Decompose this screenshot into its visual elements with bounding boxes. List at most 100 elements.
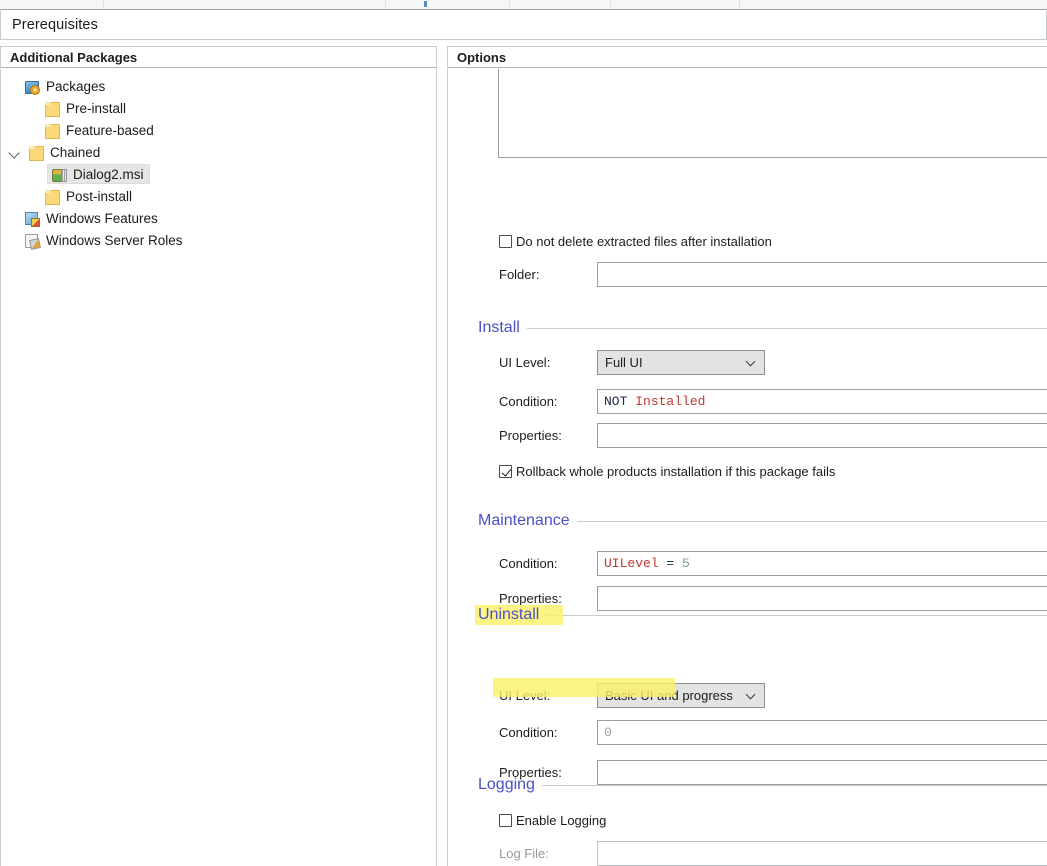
install-condition-input[interactable]: NOT Installed bbox=[597, 389, 1047, 414]
install-properties-input[interactable] bbox=[597, 423, 1047, 448]
expander-icon[interactable] bbox=[27, 122, 43, 138]
options-panel: Options Do not delete extracted files af… bbox=[447, 46, 1047, 866]
tree-item-dialog2-msi[interactable]: Dialog2.msi bbox=[1, 163, 436, 185]
token-operator: = bbox=[658, 556, 683, 571]
tree-item-packages[interactable]: Packages bbox=[1, 75, 436, 97]
prerequisites-page: Prerequisites Additional Packages Packag… bbox=[0, 0, 1047, 866]
do-not-delete-row[interactable]: Do not delete extracted files after inst… bbox=[499, 234, 772, 249]
maintenance-condition-input[interactable]: UILevel = 5 bbox=[597, 551, 1047, 576]
do-not-delete-label: Do not delete extracted files after inst… bbox=[516, 234, 772, 249]
packages-icon bbox=[23, 78, 41, 95]
folder-label: Folder: bbox=[499, 267, 540, 282]
active-tab-marker bbox=[424, 1, 427, 7]
tree-item-label: Pre-install bbox=[66, 100, 127, 116]
tree-item-windows-features[interactable]: Windows Features bbox=[1, 207, 436, 229]
additional-packages-header-label: Additional Packages bbox=[10, 49, 138, 65]
tree-item-windows-server-roles[interactable]: Windows Server Roles bbox=[1, 229, 436, 251]
expander-icon[interactable] bbox=[7, 210, 23, 226]
token-number: 0 bbox=[604, 725, 612, 740]
group-divider bbox=[546, 614, 1047, 616]
expander-icon[interactable] bbox=[27, 188, 43, 204]
maintenance-condition-label: Condition: bbox=[499, 556, 558, 571]
uninstall-group-header: Uninstall bbox=[478, 606, 1047, 624]
expander-icon[interactable] bbox=[27, 100, 43, 116]
folder-icon bbox=[43, 122, 61, 139]
rollback-row[interactable]: Rollback whole products installation if … bbox=[499, 464, 835, 479]
tree-item-label: Dialog2.msi bbox=[73, 166, 144, 182]
logging-group-header: Logging bbox=[478, 776, 1047, 794]
options-header-label: Options bbox=[457, 49, 507, 65]
group-divider bbox=[526, 327, 1047, 329]
install-condition-label: Condition: bbox=[499, 394, 558, 409]
install-ui-level-label: UI Level: bbox=[499, 355, 551, 370]
maintenance-group-header: Maintenance bbox=[478, 512, 1047, 530]
uninstall-condition-input[interactable]: 0 bbox=[597, 720, 1047, 745]
log-file-label: Log File: bbox=[499, 846, 549, 861]
token-keyword: NOT bbox=[604, 394, 628, 409]
folder-row: Folder: bbox=[499, 262, 1047, 287]
tree-item-label: Windows Features bbox=[46, 210, 158, 226]
expander-icon[interactable] bbox=[7, 78, 23, 94]
uninstall-ui-level-value: Basic UI and progress bbox=[605, 688, 733, 703]
install-ui-level-select[interactable]: Full UI bbox=[597, 350, 765, 375]
group-divider bbox=[576, 520, 1047, 522]
tree-item-pre-install[interactable]: Pre-install bbox=[1, 97, 436, 119]
tree-item-post-install[interactable]: Post-install bbox=[1, 185, 436, 207]
maintenance-properties-label: Properties: bbox=[499, 591, 562, 606]
windows-server-roles-icon bbox=[23, 232, 41, 249]
rollback-label: Rollback whole products installation if … bbox=[516, 464, 836, 479]
uninstall-group-title: Uninstall bbox=[478, 606, 540, 623]
uninstall-ui-level-label: UI Level: bbox=[499, 688, 551, 703]
install-ui-level-row: UI Level: Full UI bbox=[499, 350, 765, 375]
expander-icon[interactable] bbox=[7, 232, 23, 248]
rollback-checkbox[interactable] bbox=[499, 465, 512, 478]
chevron-down-icon[interactable] bbox=[7, 144, 23, 160]
install-properties-label: Properties: bbox=[499, 428, 562, 443]
packages-tree[interactable]: Packages Pre-install Feature-based Chain… bbox=[0, 69, 437, 866]
command-line-textarea[interactable] bbox=[498, 69, 1047, 158]
options-body: Do not delete extracted files after inst… bbox=[447, 69, 1047, 866]
logging-group-title: Logging bbox=[478, 776, 535, 793]
folder-input[interactable] bbox=[597, 262, 1047, 287]
page-title-bar: Prerequisites bbox=[0, 11, 1047, 40]
folder-icon bbox=[27, 144, 45, 161]
tree-item-label: Packages bbox=[46, 78, 106, 94]
folder-icon bbox=[43, 100, 61, 117]
install-group-title: Install bbox=[478, 319, 520, 336]
tree-item-chained[interactable]: Chained bbox=[1, 141, 436, 163]
maintenance-condition-row: Condition: UILevel = 5 bbox=[499, 551, 1047, 576]
tree-item-label: Chained bbox=[50, 144, 101, 160]
toolbar-strip bbox=[0, 0, 1047, 10]
msi-package-icon bbox=[50, 166, 68, 183]
folder-icon bbox=[43, 188, 61, 205]
do-not-delete-checkbox[interactable] bbox=[499, 235, 512, 248]
uninstall-condition-row: Condition: 0 bbox=[499, 720, 1047, 745]
install-group-header: Install bbox=[478, 319, 1047, 337]
tree-item-label: Post-install bbox=[66, 188, 133, 204]
page-title: Prerequisites bbox=[12, 17, 98, 33]
token-identifier: UILevel bbox=[604, 556, 659, 571]
enable-logging-label: Enable Logging bbox=[516, 813, 607, 828]
additional-packages-header: Additional Packages bbox=[0, 46, 437, 68]
uninstall-ui-level-row: UI Level: Basic UI and progress bbox=[499, 683, 765, 708]
enable-logging-checkbox[interactable] bbox=[499, 814, 512, 827]
enable-logging-row[interactable]: Enable Logging bbox=[499, 813, 606, 828]
additional-packages-panel: Additional Packages Packages Pre-install… bbox=[0, 46, 437, 866]
panel-splitter[interactable] bbox=[437, 46, 447, 866]
tree-item-label: Feature-based bbox=[66, 122, 154, 138]
chevron-down-icon bbox=[747, 691, 756, 700]
token-number: 5 bbox=[682, 556, 690, 571]
maintenance-group-title: Maintenance bbox=[478, 512, 570, 529]
install-ui-level-value: Full UI bbox=[605, 355, 643, 370]
install-properties-row: Properties: bbox=[499, 423, 1047, 448]
uninstall-ui-level-select[interactable]: Basic UI and progress bbox=[597, 683, 765, 708]
windows-features-icon bbox=[23, 210, 41, 227]
log-file-input[interactable] bbox=[597, 841, 1047, 866]
uninstall-condition-label: Condition: bbox=[499, 725, 558, 740]
options-header: Options bbox=[447, 46, 1047, 68]
group-divider bbox=[541, 784, 1047, 786]
log-file-row: Log File: bbox=[499, 841, 1047, 866]
token-identifier: Installed bbox=[635, 394, 706, 409]
tree-item-feature-based[interactable]: Feature-based bbox=[1, 119, 436, 141]
install-condition-row: Condition: NOT Installed bbox=[499, 389, 1047, 414]
